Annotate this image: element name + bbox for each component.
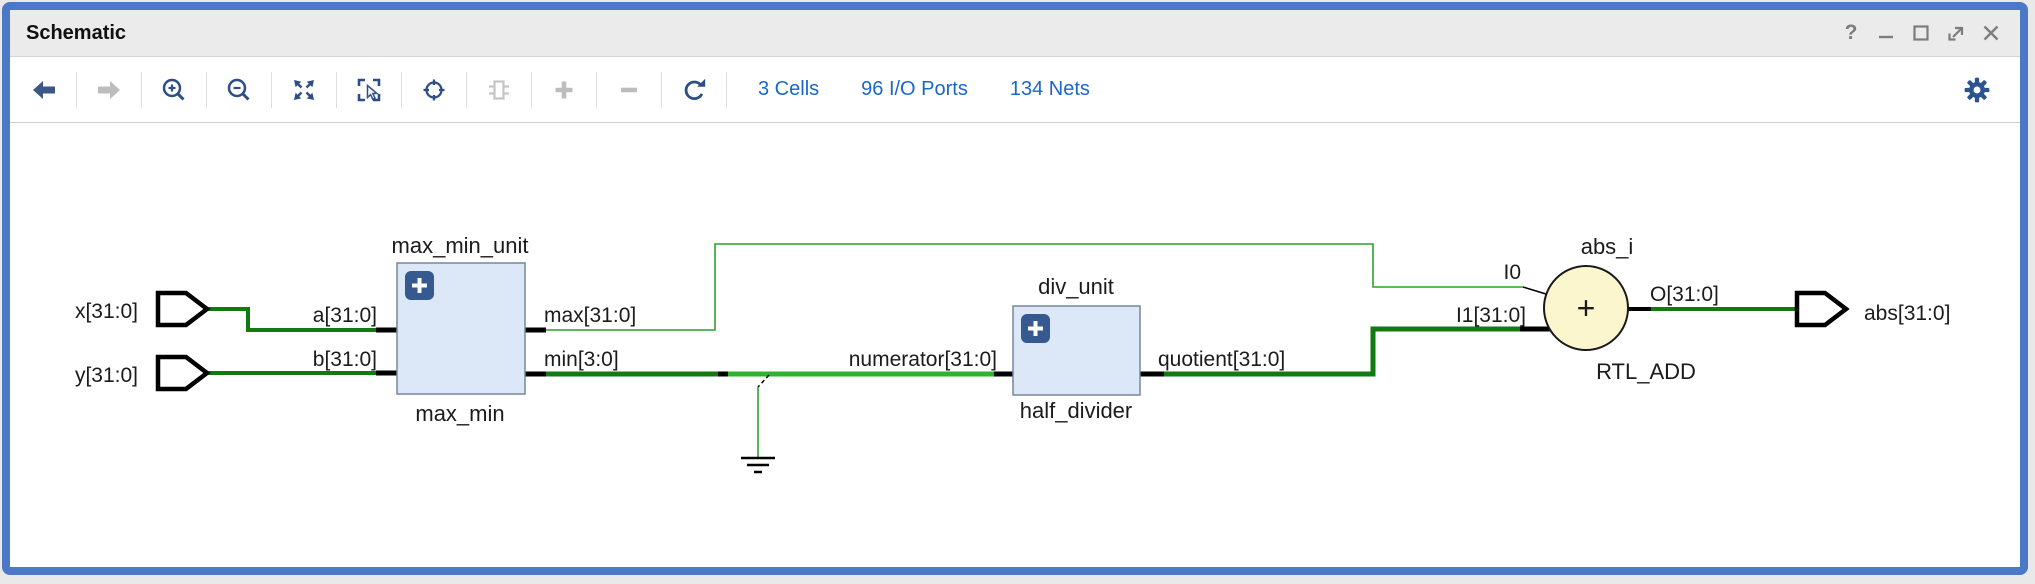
zoom-out-icon — [226, 77, 252, 103]
float-button[interactable] — [1945, 22, 1967, 44]
module-name: RTL_ADD — [1596, 359, 1696, 384]
cell-icon — [486, 77, 512, 103]
output-port-abs[interactable]: abs[31:0] — [1797, 293, 1950, 325]
nets-count-link[interactable]: 134 Nets — [1010, 78, 1090, 101]
window-title: Schematic — [26, 22, 126, 45]
input-port-x[interactable]: x[31:0] — [75, 293, 207, 325]
pin-label-max: max[31:0] — [544, 304, 636, 327]
pin-label-o: O[31:0] — [1650, 283, 1719, 306]
toolbar-separator — [401, 72, 402, 108]
module-name: max_min — [415, 401, 504, 426]
cell-div-unit[interactable]: div_unit half_divider numerator[31:0] qu… — [849, 274, 1286, 423]
back-arrow-icon — [31, 77, 57, 103]
net-ground-tap[interactable] — [741, 375, 775, 472]
forward-button[interactable] — [87, 68, 131, 112]
instance-name: div_unit — [1038, 274, 1114, 299]
refresh-button[interactable] — [672, 68, 716, 112]
refresh-icon — [681, 77, 707, 103]
expand-button[interactable] — [542, 68, 586, 112]
io-ports-count-link[interactable]: 96 I/O Ports — [861, 78, 968, 101]
plus-icon — [551, 77, 577, 103]
window-controls: ? — [1840, 22, 2002, 44]
zoom-fit-icon — [291, 77, 317, 103]
pin-label-b: b[31:0] — [313, 348, 377, 371]
minus-icon — [616, 77, 642, 103]
settings-button[interactable] — [1960, 73, 1994, 107]
forward-arrow-icon — [96, 77, 122, 103]
close-icon — [1980, 22, 2002, 44]
toolbar-separator — [141, 72, 142, 108]
help-icon: ? — [1840, 22, 1862, 44]
schematic-window: Schematic ? — [2, 2, 2028, 575]
zoom-selection-icon — [356, 77, 382, 103]
maximize-button[interactable] — [1910, 22, 1932, 44]
schematic-canvas[interactable]: x[31:0] y[31:0] abs[31:0] — [10, 123, 2020, 565]
instance-name: abs_i — [1581, 234, 1634, 259]
expand-cell-button[interactable] — [405, 271, 434, 300]
port-label-abs: abs[31:0] — [1864, 302, 1950, 325]
toolbar-separator — [336, 72, 337, 108]
pin-label-numerator: numerator[31:0] — [849, 348, 997, 371]
crosshair-icon — [421, 77, 447, 103]
toolbar-separator — [596, 72, 597, 108]
expand-cell-button[interactable] — [1021, 314, 1050, 343]
schematic-toolbar: 3 Cells 96 I/O Ports 134 Nets — [10, 57, 2020, 123]
adder-operator: + — [1577, 290, 1596, 326]
title-bar: Schematic ? — [10, 10, 2020, 57]
port-label-y: y[31:0] — [75, 364, 138, 387]
toolbar-separator — [661, 72, 662, 108]
gear-icon — [1963, 76, 1991, 104]
pin-label-quotient: quotient[31:0] — [1158, 348, 1285, 371]
autofit-selection-button[interactable] — [412, 68, 456, 112]
zoom-fit-button[interactable] — [282, 68, 326, 112]
cells-count-link[interactable]: 3 Cells — [758, 78, 819, 101]
instance-name: max_min_unit — [392, 233, 529, 258]
minimize-icon — [1875, 22, 1897, 44]
zoom-in-button[interactable] — [152, 68, 196, 112]
pin-label-min: min[3:0] — [544, 348, 619, 371]
toolbar-separator — [531, 72, 532, 108]
input-port-y[interactable]: y[31:0] — [75, 357, 207, 389]
help-button[interactable]: ? — [1840, 22, 1862, 44]
port-label-x: x[31:0] — [75, 300, 138, 323]
expand-cell-button[interactable] — [477, 68, 521, 112]
zoom-in-icon — [161, 77, 187, 103]
back-button[interactable] — [22, 68, 66, 112]
toolbar-separator — [726, 72, 727, 108]
float-icon — [1945, 22, 1967, 44]
maximize-icon — [1910, 22, 1932, 44]
toolbar-separator — [76, 72, 77, 108]
module-name: half_divider — [1020, 398, 1133, 423]
zoom-to-selection-button[interactable] — [347, 68, 391, 112]
toolbar-separator — [206, 72, 207, 108]
pin-label-i0: I0 — [1503, 261, 1521, 284]
svg-text:?: ? — [1845, 22, 1858, 44]
ground-symbol — [741, 458, 775, 472]
zoom-out-button[interactable] — [217, 68, 261, 112]
toolbar-separator — [466, 72, 467, 108]
pin-label-a: a[31:0] — [313, 304, 377, 327]
toolbar-separator — [271, 72, 272, 108]
minimize-button[interactable] — [1875, 22, 1897, 44]
collapse-button[interactable] — [607, 68, 651, 112]
close-button[interactable] — [1980, 22, 2002, 44]
pin-label-i1: I1[31:0] — [1456, 304, 1526, 327]
